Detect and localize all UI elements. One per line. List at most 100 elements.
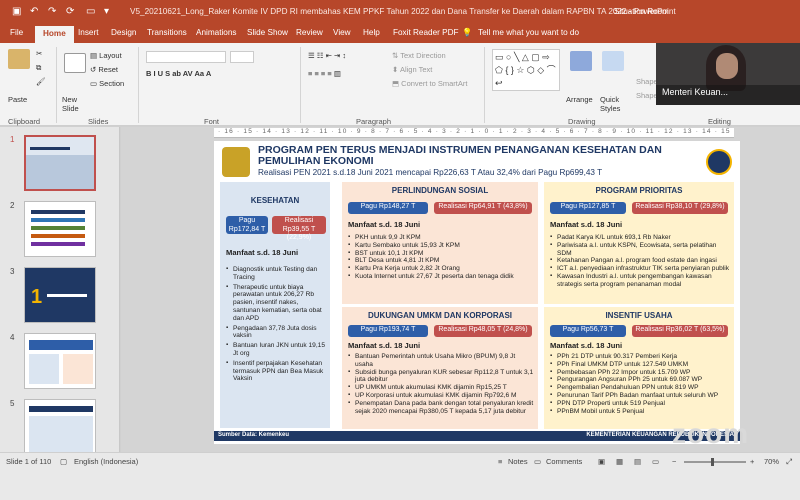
lightbulb-icon: 💡 — [462, 28, 473, 37]
quick-styles-button[interactable]: Quick Styles — [600, 95, 630, 113]
slide-thumbnail-1[interactable] — [24, 135, 96, 191]
shape-fill-button[interactable]: Shape — [636, 77, 658, 86]
copy-icon[interactable]: ⧉ — [36, 63, 41, 73]
umkm-heading: DUKUNGAN UMKM DAN KORPORASI — [368, 311, 512, 320]
slide[interactable]: PROGRAM PEN TERUS MENJADI INSTRUMEN PENA… — [214, 141, 740, 444]
smartart-button[interactable]: ⬒ Convert to SmartArt — [392, 79, 467, 88]
webcam-video: Menteri Keuan... — [656, 43, 800, 105]
list-item: PPN DTP Properti untuk 519 Penjual — [550, 400, 730, 408]
redo-icon[interactable]: ↷ — [48, 6, 56, 17]
fit-slide-icon[interactable]: ⤢ — [786, 457, 792, 467]
arrange-button[interactable]: Arrange — [566, 95, 593, 104]
prioritas-list: Padat Karya K/L untuk 693,1 Rb Naker Par… — [550, 234, 730, 289]
shape-outline-button[interactable]: Shape — [636, 91, 658, 100]
new-slide-button[interactable]: New Slide — [62, 95, 88, 113]
font-size-box[interactable] — [230, 51, 254, 63]
zoom-slider-thumb[interactable] — [711, 458, 714, 466]
tab-transitions[interactable]: Transitions — [147, 28, 187, 37]
perlinsos-heading: PERLINDUNGAN SOSIAL — [391, 186, 489, 195]
kesehatan-panel: KESEHATAN Pagu Rp172,84 T Realisasi Rp39… — [220, 182, 330, 428]
tab-animations[interactable]: Animations — [196, 28, 237, 37]
list-item: UP UMKM untuk akumulasi KMK dijamin Rp15… — [348, 384, 534, 392]
zoom-level[interactable]: 70% — [764, 457, 779, 466]
list-item: BST untuk 10,1 Jt KPM — [348, 250, 534, 258]
tab-slide-show[interactable]: Slide Show — [247, 28, 288, 37]
layout-button[interactable]: ▤ Layout — [90, 51, 122, 60]
align-icons[interactable]: ≡ ≡ ≡ ≡ ▥ — [308, 69, 341, 78]
slide-thumbnail-4[interactable] — [24, 333, 96, 389]
group-clipboard: Clipboard — [8, 117, 41, 126]
list-item: Insentif perpajakan Kesehatan termasuk P… — [226, 360, 326, 383]
tab-foxit[interactable]: Foxit Reader PDF — [393, 28, 459, 37]
status-bar: Slide 1 of 110 ▢ English (Indonesia) ≡ N… — [0, 452, 800, 500]
list-item: Pengurangan Angsuran PPh 25 untuk 69.087… — [550, 376, 730, 384]
prioritas-heading: PROGRAM PRIORITAS — [595, 186, 683, 195]
font-style-icons[interactable]: B I U S ab AV Aa A — [146, 69, 211, 78]
list-item: PKH untuk 9,9 Jt KPM — [348, 234, 534, 242]
zoom-in-icon[interactable]: + — [750, 457, 754, 466]
slide-number: 3 — [10, 267, 15, 276]
slide-thumbnail-3[interactable]: 1 — [24, 267, 96, 323]
font-name-box[interactable] — [146, 51, 226, 63]
spellcheck-icon[interactable]: ▢ — [60, 457, 67, 466]
tab-review[interactable]: Review — [296, 28, 323, 37]
align-text-button[interactable]: ⬍ Align Text — [392, 65, 432, 74]
comments-button[interactable]: Comments — [546, 457, 582, 466]
repeat-icon[interactable]: ⟳ — [66, 6, 74, 17]
paste-button[interactable]: Paste — [8, 95, 27, 104]
zoom-slider[interactable] — [684, 458, 746, 466]
slide-subtitle: Realisasi PEN 2021 s.d.18 Juni 2021 menc… — [258, 168, 603, 177]
list-item: Bantuan Pemerintah untuk Usaha Mikro (BP… — [348, 353, 534, 369]
list-item: Diagnostik untuk Testing dan Tracing — [226, 266, 326, 282]
bullets-icon[interactable]: ☰ ☷ ⇤ ⇥ ↕ — [308, 51, 346, 60]
slide-number: 4 — [10, 333, 15, 342]
save-icon[interactable]: ▣ — [12, 6, 21, 17]
paste-icon[interactable] — [8, 49, 30, 69]
present-icon[interactable]: ▭ — [86, 6, 95, 17]
new-slide-icon[interactable] — [64, 53, 86, 73]
slideshow-icon[interactable]: ▭ — [652, 457, 659, 466]
slide-thumbnail-2[interactable] — [24, 201, 96, 257]
insentif-panel: INSENTIF USAHA Pagu Rp56,73 T Realisasi … — [544, 307, 734, 429]
reading-view-icon[interactable]: ▤ — [634, 457, 641, 466]
tell-me-search[interactable]: Tell me what you want to do — [478, 28, 579, 37]
quick-styles-icon[interactable] — [602, 51, 624, 71]
shapes-gallery[interactable]: ▭ ○ ╲ △ ▢ ⇨ ⬠ { } ☆ ⬡ ◇ ⌒ ↩ — [492, 49, 560, 91]
text-direction-button[interactable]: ⇅ Text Direction — [392, 51, 446, 60]
list-item: Subsidi bunga penyaluran KUR sebesar Rp1… — [348, 369, 534, 385]
list-item: Ketahanan Pangan a.l. program food estat… — [550, 257, 730, 265]
prioritas-manfaat: Manfaat s.d. 18 Juni — [550, 220, 623, 229]
notes-button[interactable]: Notes — [508, 457, 528, 466]
list-item: Kawasan Industri a.l. untuk pengembangan… — [550, 273, 730, 289]
format-painter-icon[interactable]: 🖌 — [36, 77, 46, 86]
list-item: Therapeutic untuk biaya perawatan untuk … — [226, 284, 326, 323]
slide-sorter-icon[interactable]: ▦ — [616, 457, 623, 466]
notes-icon[interactable]: ≡ — [498, 457, 502, 466]
undo-icon[interactable]: ↶ — [30, 6, 38, 17]
reset-button[interactable]: ↺ Reset — [90, 65, 118, 74]
tab-insert[interactable]: Insert — [78, 28, 98, 37]
kesehatan-manfaat: Manfaat s.d. 18 Juni — [226, 248, 299, 257]
insentif-heading: INSENTIF USAHA — [605, 311, 673, 320]
list-item: PPnBM Mobil untuk 5 Penjual — [550, 408, 730, 416]
group-font: Font — [204, 117, 220, 126]
kesehatan-realisasi: Realisasi Rp39,55 T (22,9%) — [272, 216, 326, 241]
tab-file[interactable]: File — [10, 28, 23, 37]
tab-design[interactable]: Design — [111, 28, 137, 37]
normal-view-icon[interactable]: ▣ — [598, 457, 605, 466]
slide-thumbnail-5[interactable] — [24, 399, 96, 455]
tab-help[interactable]: Help — [363, 28, 380, 37]
account-name[interactable]: Situation Room — [614, 7, 669, 16]
cut-icon[interactable]: ✂ — [36, 49, 42, 58]
prioritas-realisasi: Realisasi Rp38,10 T (29,8%) — [632, 202, 728, 214]
list-item: Kuota Internet untuk 27,67 Jt peserta da… — [348, 273, 534, 281]
zoom-out-icon[interactable]: − — [672, 457, 676, 466]
tab-home[interactable]: Home — [35, 26, 74, 43]
document-title: V5_20210621_Long_Raker Komite IV DPD RI … — [130, 7, 676, 16]
customize-icon[interactable]: ▾ — [104, 6, 109, 17]
arrange-icon[interactable] — [570, 51, 592, 71]
tab-view[interactable]: View — [333, 28, 351, 37]
section-button[interactable]: ▭ Section — [90, 79, 124, 88]
comments-icon[interactable]: ▭ — [534, 457, 541, 466]
language-indicator[interactable]: English (Indonesia) — [74, 457, 138, 466]
